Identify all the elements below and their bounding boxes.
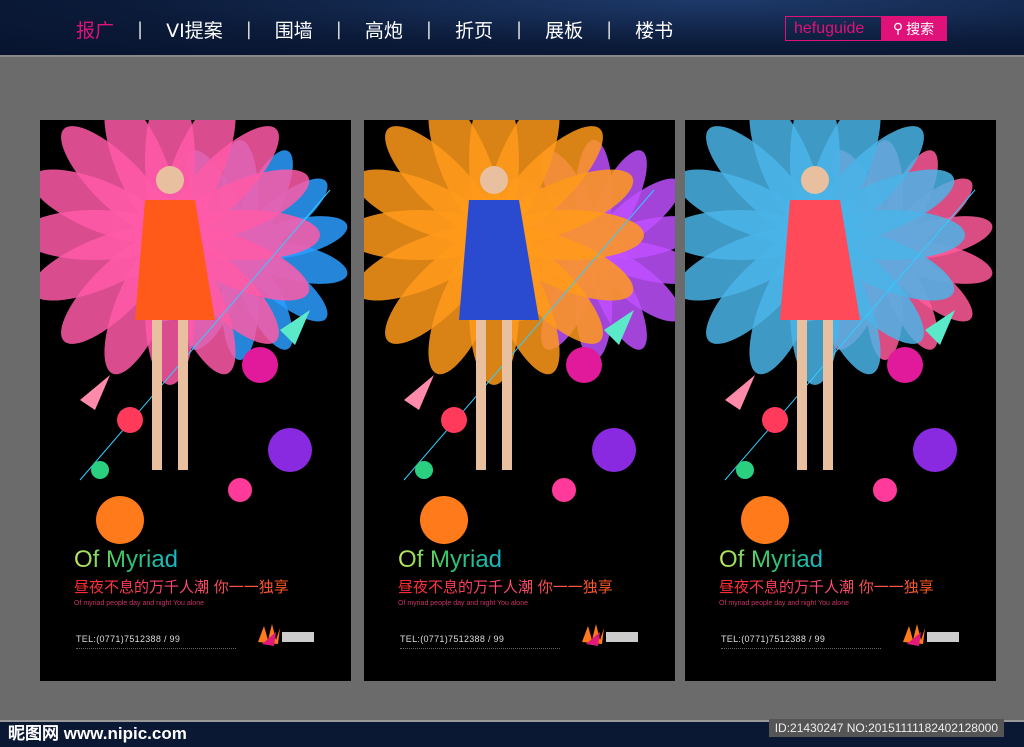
nav-item-loushu[interactable]: 楼书 bbox=[635, 16, 673, 43]
nav-item-weiqiang[interactable]: 围墙 bbox=[275, 16, 313, 43]
nav-item-baoguang[interactable]: 报广 bbox=[76, 16, 114, 43]
poster-title: Of Myriad bbox=[74, 546, 179, 573]
search-button[interactable]: ⚲ 搜索 bbox=[881, 17, 946, 40]
poster-slogan: 昼夜不息的万千人潮 你一一独享 bbox=[398, 578, 613, 596]
poster-fine-print bbox=[400, 648, 560, 650]
brand-logo-icon bbox=[903, 624, 959, 646]
footer-bar: 昵图网 www.nipic.com ID:21430247 NO:2015111… bbox=[0, 719, 1024, 747]
category-nav: 报广 | VI提案 | 围墙 | 高炮 | 折页 | 展板 | 楼书 bbox=[76, 16, 673, 43]
poster-slogan: 昼夜不息的万千人潮 你一一独享 bbox=[719, 578, 934, 596]
poster-fine-print bbox=[721, 648, 881, 650]
model-head bbox=[801, 166, 829, 194]
poster-slogan-en: Of myriad people day and night You alone bbox=[74, 600, 204, 607]
poster-slogan: 昼夜不息的万千人潮 你一一独享 bbox=[74, 578, 289, 596]
search-input[interactable] bbox=[786, 17, 881, 40]
nav-item-gaopao[interactable]: 高炮 bbox=[365, 16, 403, 43]
top-nav-bar: 报广| VI提案| 围墙| 高炮| 折页| 展板| 楼书 ⚲搜索 bbox=[0, 0, 1024, 57]
poster-tel: TEL:(0771)7512388 / 99 bbox=[76, 634, 181, 644]
search-box: ⚲搜索 bbox=[785, 16, 947, 41]
poster-1[interactable]: Of Myriad 昼夜不息的万千人潮 你一一独享 Of myriad peop… bbox=[40, 120, 351, 681]
poster-3[interactable]: Of Myriad 昼夜不息的万千人潮 你一一独享 Of myriad peop… bbox=[685, 120, 996, 681]
poster-artwork bbox=[40, 120, 348, 544]
poster-title: Of Myriad bbox=[719, 546, 824, 573]
brand-logo-icon bbox=[582, 624, 638, 646]
poster-fine-print bbox=[76, 648, 236, 650]
poster-artwork bbox=[685, 120, 993, 544]
poster-slogan-en: Of myriad people day and night You alone bbox=[398, 600, 528, 607]
poster-tel: TEL:(0771)7512388 / 99 bbox=[400, 634, 505, 644]
nipic-logo[interactable]: 昵图网 www.nipic.com bbox=[8, 719, 187, 744]
search-button-label: 搜索 bbox=[906, 20, 935, 37]
search-icon: ⚲ bbox=[892, 20, 904, 36]
image-id: ID:21430247 NO:20151111182402128000 bbox=[768, 719, 1004, 737]
poster-2[interactable]: Of Myriad 昼夜不息的万千人潮 你一一独享 Of myriad peop… bbox=[364, 120, 675, 681]
poster-artwork bbox=[364, 120, 675, 544]
model-head bbox=[480, 166, 508, 194]
brand-logo-icon bbox=[258, 624, 314, 646]
poster-slogan-en: Of myriad people day and night You alone bbox=[719, 600, 849, 607]
nav-item-vi[interactable]: VI提案 bbox=[166, 16, 223, 43]
poster-tel: TEL:(0771)7512388 / 99 bbox=[721, 634, 826, 644]
poster-title: Of Myriad bbox=[398, 546, 503, 573]
model-head bbox=[156, 166, 184, 194]
nav-item-zheye[interactable]: 折页 bbox=[455, 16, 493, 43]
nav-item-zhanban[interactable]: 展板 bbox=[545, 16, 583, 43]
